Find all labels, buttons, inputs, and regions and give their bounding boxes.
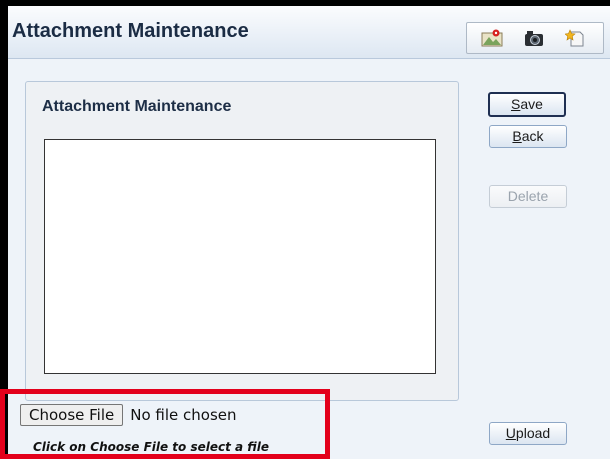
save-button[interactable]: Save [488,92,566,117]
save-button-accesskey: S [511,96,521,112]
file-hint: Click on Choose File to select a file [33,440,269,454]
upload-button-label: pload [515,425,551,441]
choose-file-button[interactable]: Choose File [20,404,124,426]
page-title: Attachment Maintenance [12,20,249,42]
document-star-icon[interactable] [565,29,587,47]
upload-button-accesskey: U [505,425,516,441]
title-bar: Attachment Maintenance [8,6,610,59]
upload-button[interactable]: Upload [489,422,567,445]
toolbar [466,22,604,54]
map-icon[interactable] [481,29,503,47]
delete-button-label: Delete [507,188,549,204]
attachment-list[interactable] [44,139,436,374]
back-button-accesskey: B [512,128,522,144]
file-status: No file chosen [130,406,237,424]
camera-icon[interactable] [523,29,545,47]
attachment-panel: Attachment Maintenance [25,81,459,401]
file-input: Choose File No file chosen [20,403,237,427]
save-button-label: ave [520,96,543,112]
back-button-label: ack [521,128,544,144]
delete-button[interactable]: Delete [489,185,567,208]
panel-title: Attachment Maintenance [42,98,232,115]
back-button[interactable]: Back [489,125,567,148]
